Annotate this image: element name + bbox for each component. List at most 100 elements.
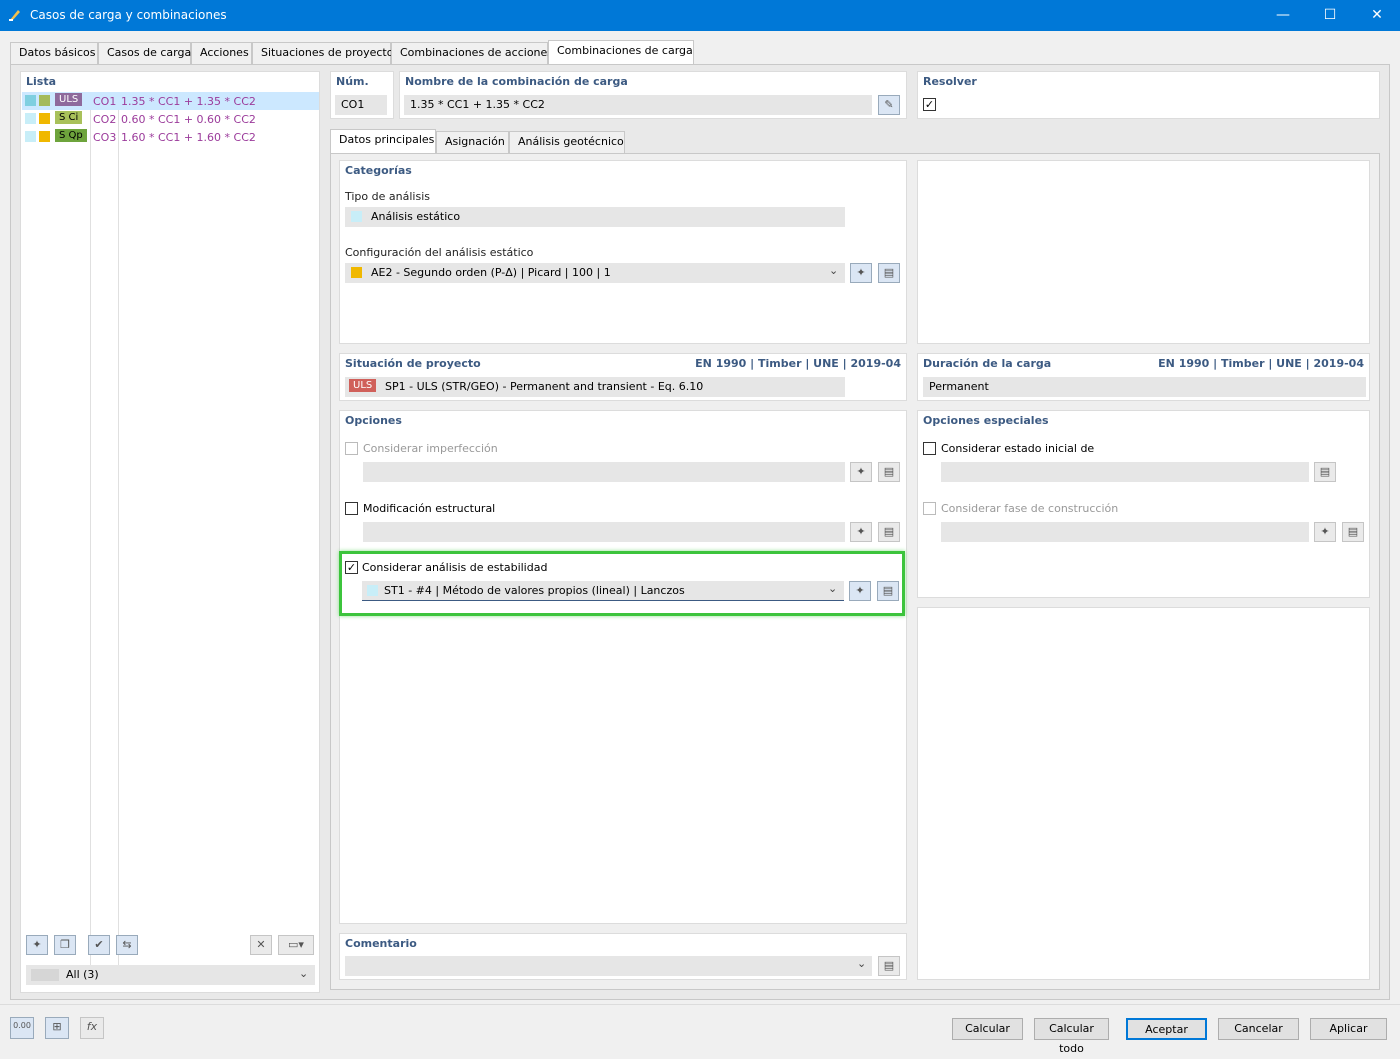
categorias-header: Categorías (345, 164, 412, 177)
new-config-icon[interactable]: ✦ (850, 263, 872, 283)
check-all-icon[interactable]: ✔ (88, 935, 110, 955)
filter-swatch (31, 969, 59, 981)
close-button[interactable]: ✕ (1354, 0, 1400, 31)
window-title: Casos de carga y combinaciones (30, 8, 227, 22)
minimize-button[interactable]: — (1260, 0, 1306, 31)
modificacion-select[interactable] (363, 522, 845, 542)
edit-config-icon[interactable]: ▤ (878, 263, 900, 283)
tab-asignacion[interactable]: Asignación (436, 131, 509, 153)
config-value: AE2 - Segundo orden (P-Δ) | Picard | 100… (371, 266, 611, 279)
list-badge: S Ci (55, 111, 83, 124)
situacion-panel: Situación de proyecto EN 1990 | Timber |… (339, 353, 907, 401)
list-badge: S Qp (55, 129, 87, 142)
tab-datos-basicos[interactable]: Datos básicos (10, 42, 98, 64)
units-icon[interactable]: ⊞ (45, 1017, 69, 1039)
tab-acciones[interactable]: Acciones (191, 42, 252, 64)
edit-estado-icon[interactable]: ▤ (1314, 462, 1336, 482)
categorias-panel: Categorías Tipo de análisis Análisis est… (339, 160, 907, 344)
estabilidad-select[interactable]: ST1 - #4 | Método de valores propios (li… (362, 581, 844, 601)
tab-analisis-geotecnico[interactable]: Análisis geotécnico (509, 131, 625, 153)
list-header: Lista (26, 75, 57, 88)
modificacion-checkbox[interactable] (345, 502, 358, 515)
tab-situaciones[interactable]: Situaciones de proyecto (252, 42, 393, 64)
estado-select[interactable] (941, 462, 1309, 482)
especiales-panel: Opciones especiales Considerar estado in… (917, 410, 1370, 598)
edit-imperfeccion-icon[interactable]: ▤ (878, 462, 900, 482)
fase-checkbox[interactable] (923, 502, 936, 515)
tab-datos-principales[interactable]: Datos principales (330, 129, 436, 154)
imperfeccion-checkbox[interactable] (345, 442, 358, 455)
chevron-down-icon: ⌄ (857, 957, 867, 970)
filter-select[interactable]: All (3) ⌄ (26, 965, 315, 985)
situacion-field: ULS SP1 - ULS (STR/GEO) - Permanent and … (345, 377, 845, 397)
estabilidad-checkbox[interactable]: ✓ (345, 561, 358, 574)
config-select[interactable]: AE2 - Segundo orden (P-Δ) | Picard | 100… (345, 263, 845, 283)
formula-icon[interactable]: fx (80, 1017, 104, 1039)
list-item-formula: 1.35 * CC1 + 1.35 * CC2 (121, 95, 256, 108)
new-modificacion-icon[interactable]: ✦ (850, 522, 872, 542)
num-field[interactable]: CO1 (335, 95, 387, 115)
tree-line (118, 110, 119, 970)
estado-checkbox[interactable] (923, 442, 936, 455)
decimals-icon[interactable]: 0.00 (10, 1017, 34, 1039)
edit-icon[interactable]: ✎ (878, 95, 900, 115)
new-estabilidad-icon[interactable]: ✦ (849, 581, 871, 601)
especiales-header: Opciones especiales (923, 414, 1049, 427)
renumber-icon[interactable]: ⇆ (116, 935, 138, 955)
tab-combinaciones-carga[interactable]: Combinaciones de carga (548, 40, 694, 65)
name-field[interactable]: 1.35 * CC1 + 1.35 * CC2 (404, 95, 872, 115)
copy-item-icon[interactable]: ❐ (54, 935, 76, 955)
resolver-label: Resolver (923, 75, 977, 88)
right-lower-panel (917, 607, 1370, 980)
comentario-edit-icon[interactable]: ▤ (878, 956, 900, 976)
tipo-label: Tipo de análisis (345, 190, 430, 203)
cyan-swatch (25, 113, 36, 124)
list-item[interactable]: S Ci CO2 0.60 * CC1 + 0.60 * CC2 (22, 110, 319, 128)
edit-fase-icon[interactable]: ▤ (1342, 522, 1364, 542)
fase-select[interactable] (941, 522, 1309, 542)
chevron-down-icon: ⌄ (299, 967, 309, 980)
estado-label: Considerar estado inicial de (941, 442, 1095, 455)
fase-label: Considerar fase de construcción (941, 502, 1119, 515)
name-label: Nombre de la combinación de carga (405, 75, 628, 88)
imperfeccion-label: Considerar imperfección (363, 442, 498, 455)
aceptar-button[interactable]: Aceptar (1126, 1018, 1207, 1040)
highlight-box: ✓ Considerar análisis de estabilidad ST1… (339, 551, 905, 616)
app-icon (9, 10, 20, 21)
list-item-id: CO3 (93, 131, 117, 144)
edit-estabilidad-icon[interactable]: ▤ (877, 581, 899, 601)
situacion-value: SP1 - ULS (STR/GEO) - Permanent and tran… (385, 380, 704, 393)
calcular-button[interactable]: Calcular (952, 1018, 1023, 1040)
new-fase-icon[interactable]: ✦ (1314, 522, 1336, 542)
list-item-id: CO1 (93, 95, 117, 108)
edit-modificacion-icon[interactable]: ▤ (878, 522, 900, 542)
num-label: Núm. (336, 75, 369, 88)
comentario-field[interactable]: ⌄ (345, 956, 872, 976)
delete-icon[interactable]: ✕ (250, 935, 272, 955)
resolver-panel: Resolver ✓ (917, 71, 1380, 119)
tab-combinaciones-acciones[interactable]: Combinaciones de acciones (391, 42, 553, 64)
aplicar-button[interactable]: Aplicar (1310, 1018, 1387, 1040)
cyan-swatch (367, 585, 378, 596)
situacion-header: Situación de proyecto (345, 357, 481, 370)
new-imperfeccion-icon[interactable]: ✦ (850, 462, 872, 482)
color-swatch (39, 131, 50, 142)
decimals-value: 0.00 (13, 1021, 31, 1030)
list-badge: ULS (55, 93, 83, 106)
imperfeccion-select[interactable] (363, 462, 845, 482)
list-item[interactable]: ULS CO1 1.35 * CC1 + 1.35 * CC2 (22, 92, 319, 110)
estabilidad-label: Considerar análisis de estabilidad (362, 561, 548, 574)
resolver-checkbox[interactable]: ✓ (923, 98, 936, 111)
calcular-todo-button[interactable]: Calcular todo (1034, 1018, 1109, 1055)
opciones-header: Opciones (345, 414, 402, 427)
duracion-header: Duración de la carga (923, 357, 1052, 370)
maximize-button[interactable]: ☐ (1307, 0, 1353, 31)
config-label: Configuración del análisis estático (345, 246, 534, 259)
new-item-icon[interactable]: ✦ (26, 935, 48, 955)
chevron-down-icon: ⌄ (829, 264, 839, 277)
list-item[interactable]: S Qp CO3 1.60 * CC1 + 1.60 * CC2 (22, 128, 319, 146)
view-options-icon[interactable]: ▭▾ (278, 935, 314, 955)
right-blank-panel (917, 160, 1370, 344)
tab-casos-de-carga[interactable]: Casos de carga (98, 42, 191, 64)
cancelar-button[interactable]: Cancelar (1218, 1018, 1299, 1040)
